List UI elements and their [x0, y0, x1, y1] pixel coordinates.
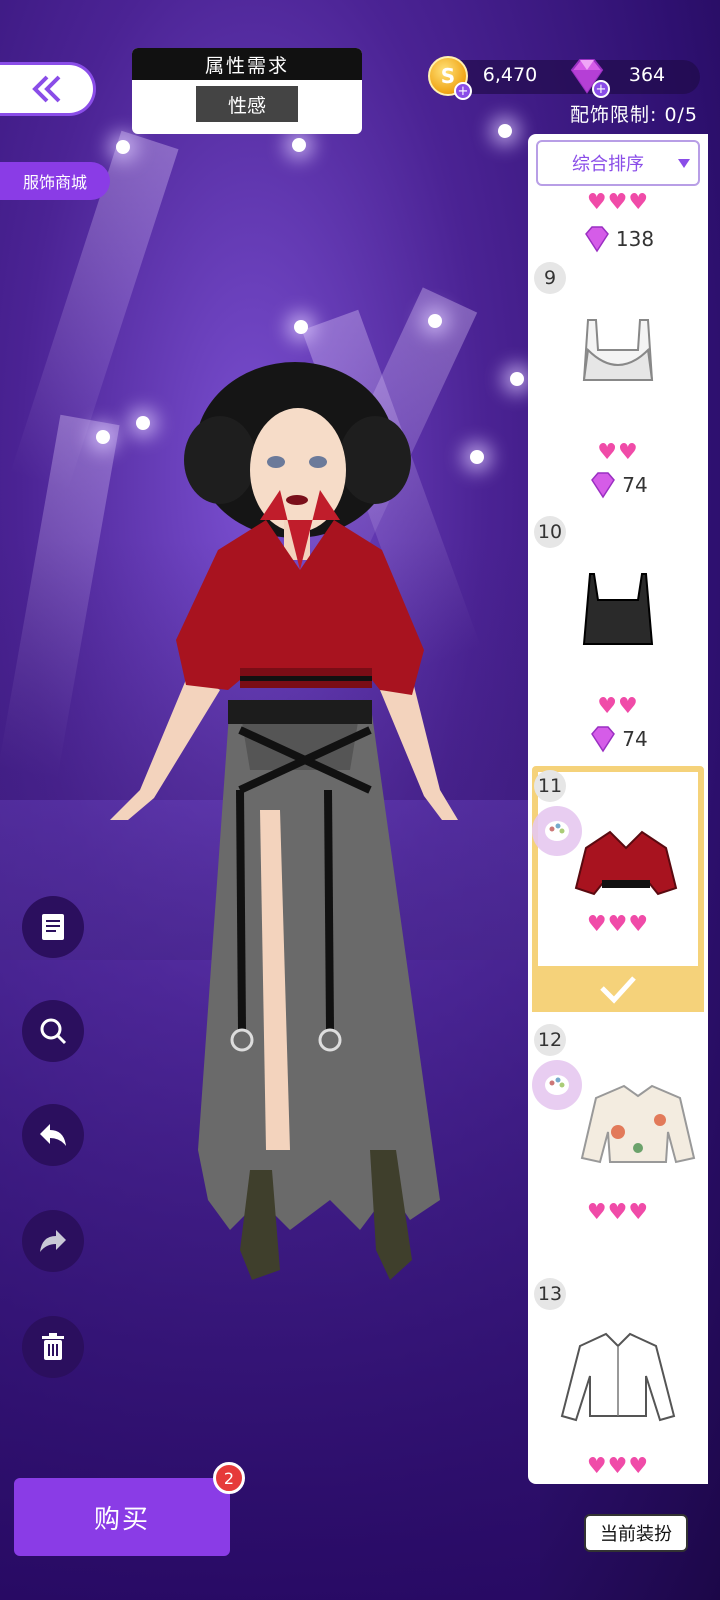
list-item[interactable]: 13 ♥♥♥ [528, 1276, 708, 1484]
item-price-value: 74 [622, 727, 648, 751]
gem-icon [591, 726, 616, 753]
rating-hearts: ♥♥ [597, 694, 639, 719]
zoom-icon [40, 1018, 67, 1045]
item-price: 138 [528, 224, 708, 254]
attribute-tag: 性感 [196, 86, 298, 122]
trash-button[interactable] [22, 1316, 84, 1378]
redo-button[interactable] [22, 1210, 84, 1272]
item-price: 74 [528, 724, 708, 754]
item-number: 11 [534, 770, 566, 802]
gem-icon [584, 226, 609, 253]
double-chevron-left-icon [31, 75, 60, 103]
list-item[interactable]: 11 ♥♥♥ [528, 768, 708, 1021]
black-cami-top-icon [582, 573, 654, 645]
trash-icon [42, 1333, 64, 1360]
white-crop-bra-top-icon [582, 319, 654, 381]
gem-icon [591, 472, 616, 499]
list-item[interactable]: 12 ♥♥♥ [528, 1022, 708, 1275]
white-shirt-icon [560, 1332, 676, 1422]
item-price-value: 138 [615, 227, 655, 251]
coin-balance: 6,470 [482, 64, 538, 86]
undo-button[interactable] [22, 1104, 84, 1166]
clothing-list-panel[interactable]: 综合排序 ♥♥♥ 138 9 ♥♥ 74 10 ♥♥ 74 11 ♥♥♥ 12 … [528, 134, 708, 1484]
rating-hearts: ♥♥♥ [586, 1200, 650, 1225]
character-model[interactable] [90, 350, 490, 1290]
item-number: 13 [534, 1278, 566, 1310]
undo-icon [40, 1124, 66, 1146]
red-cropped-shirt-icon [574, 830, 678, 896]
floral-blouse-icon [580, 1084, 696, 1164]
list-item[interactable]: 9 ♥♥ 74 [528, 260, 708, 513]
item-number: 12 [534, 1024, 566, 1056]
rating-hearts: ♥♥♥ [586, 190, 650, 215]
attribute-requirement-panel: 属性需求 性感 [132, 48, 362, 134]
buy-count-badge: 2 [213, 1462, 245, 1494]
notes-button[interactable] [22, 896, 84, 958]
gem-balance: 364 [628, 64, 666, 86]
item-price-value: 74 [622, 473, 648, 497]
item-number: 9 [534, 262, 566, 294]
add-gems-button[interactable]: + [592, 80, 610, 98]
notes-icon [42, 914, 64, 940]
palette-icon[interactable] [532, 1060, 582, 1110]
buy-button[interactable]: 购买 [14, 1478, 230, 1556]
item-price: 74 [528, 470, 708, 500]
redo-icon [40, 1230, 66, 1252]
attribute-title: 属性需求 [132, 48, 362, 80]
current-outfit-button[interactable]: 当前装扮 [584, 1514, 688, 1552]
rating-hearts: ♥♥♥ [586, 1454, 650, 1479]
rating-hearts: ♥♥♥ [586, 912, 650, 937]
zoom-button[interactable] [22, 1000, 84, 1062]
clothing-shop-button[interactable]: 服饰商城 [0, 162, 110, 200]
back-button[interactable] [0, 62, 96, 116]
item-number: 10 [534, 516, 566, 548]
rating-hearts: ♥♥ [597, 440, 639, 465]
list-item[interactable]: ♥♥♥ 138 [528, 134, 708, 253]
accessory-limit: 配饰限制: 0/5 [570, 104, 699, 126]
list-item[interactable]: 10 ♥♥ 74 [528, 514, 708, 767]
